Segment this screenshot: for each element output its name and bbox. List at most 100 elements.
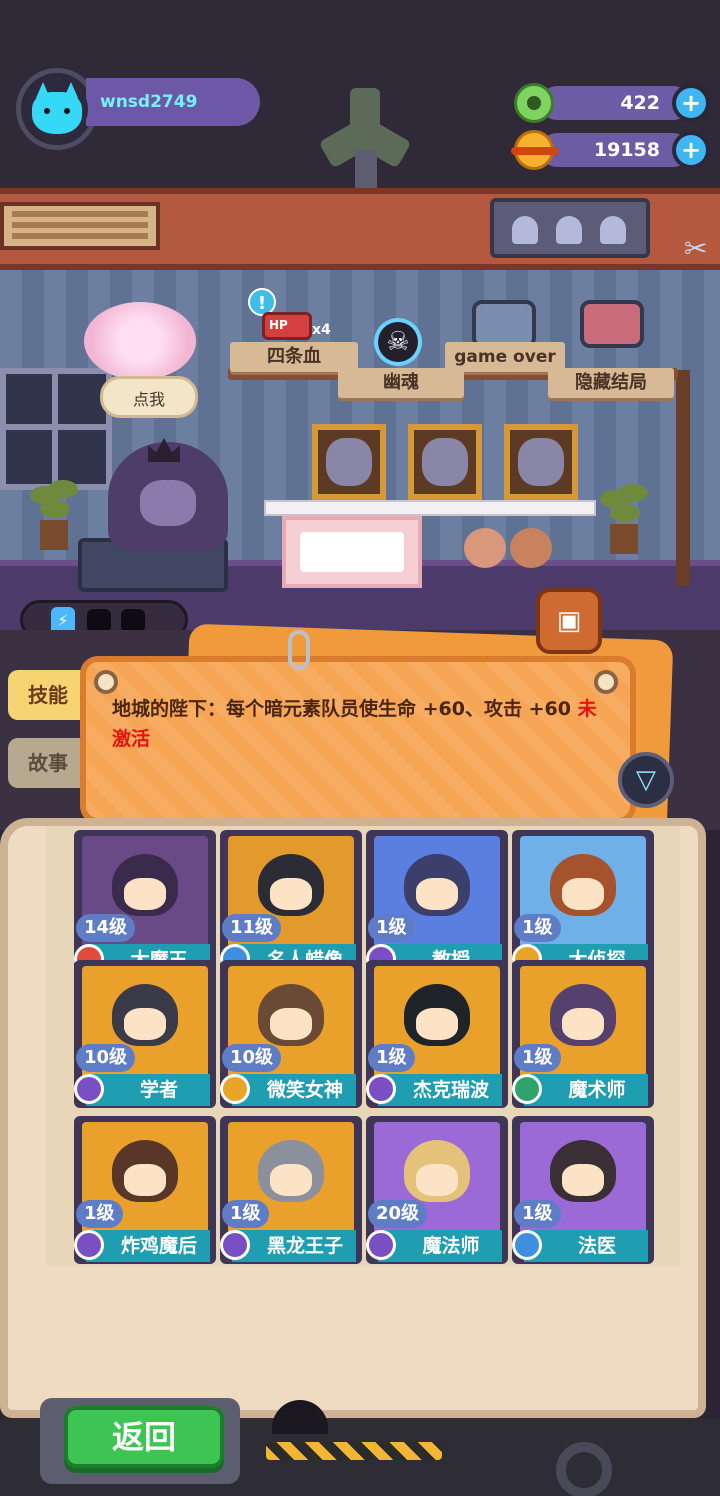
hero-level-badge: 1级 [514, 914, 561, 942]
coin-counter: 19158 [540, 133, 690, 167]
tv-secret-icon [580, 300, 644, 348]
hero-name: 微笑女神 [232, 1074, 356, 1106]
potted-plant [600, 484, 648, 554]
hero-level-badge: 14级 [76, 914, 136, 942]
hero-card[interactable]: 名人蜡像11级 [220, 830, 362, 978]
hero-level-badge: 1级 [368, 1044, 415, 1072]
gallery-screen-icon[interactable]: ▣ [536, 588, 602, 654]
hero-face [416, 1164, 458, 1196]
hero-name: 法医 [524, 1230, 648, 1262]
portrait-frame [312, 424, 386, 500]
pin-icon [94, 670, 118, 694]
shelf-tag-ghost[interactable]: 幽魂 [338, 368, 464, 398]
hero-face [562, 1008, 604, 1040]
hero-name: 炸鸡魔后 [86, 1230, 210, 1262]
hero-level-badge: 1级 [222, 1200, 269, 1228]
portrait-frame [408, 424, 482, 500]
hero-name: 杰克瑞波 [378, 1074, 502, 1106]
hero-rank-icon [366, 1230, 396, 1260]
hero-card[interactable]: 魔术师 1级 [512, 960, 654, 1108]
hero-rank-icon [220, 1230, 250, 1260]
fan-stand [355, 150, 377, 190]
hero-face [270, 1008, 312, 1040]
hero-card[interactable]: 微笑女神 10级 [220, 960, 362, 1108]
hero-face [562, 1164, 604, 1196]
shelf-tag-game-over[interactable]: game over [445, 342, 565, 372]
hero-face [416, 878, 458, 910]
add-gems-button[interactable]: + [672, 84, 710, 122]
paper-clip-icon [288, 630, 310, 670]
hero-card[interactable]: 杰克瑞波 1级 [366, 960, 508, 1108]
hero-level-badge: 11级 [222, 914, 282, 942]
portrait-frame [504, 424, 578, 500]
shelf-tag-hidden-ending[interactable]: 隐藏结局 [548, 368, 674, 398]
hero-rank-icon [74, 1074, 104, 1104]
hero-rank-icon [512, 1230, 542, 1260]
filter-icon: ▽ [636, 765, 656, 795]
hero-level-badge: 1级 [514, 1044, 561, 1072]
hero-card[interactable]: 学者 10级 [74, 960, 216, 1108]
scissor-icon[interactable]: ✂ [684, 232, 720, 272]
skull-icon: ☠ [378, 322, 418, 362]
hero-name: 学者 [86, 1074, 210, 1106]
add-coins-button[interactable]: + [672, 131, 710, 169]
hero-face [270, 1164, 312, 1196]
hero-rank-icon [220, 1074, 250, 1104]
blurred-page-text [150, 1288, 650, 1314]
pink-lamp [84, 302, 196, 380]
username-label[interactable]: wnsd2749 [86, 78, 260, 126]
tap-me-bubble[interactable]: 点我 [100, 376, 198, 418]
hero-card[interactable]: 法医 1级 [512, 1116, 654, 1264]
gear-icon [556, 1442, 612, 1496]
ghost-icon [556, 216, 582, 244]
cat-face-icon [32, 92, 82, 134]
ghost-display-panel [490, 198, 650, 258]
hero-rank-icon [74, 1230, 104, 1260]
filter-button[interactable]: ▽ [618, 752, 674, 808]
hero-card[interactable]: 黑龙王子 1级 [220, 1116, 362, 1264]
hero-face [562, 878, 604, 910]
hero-rank-icon [512, 1074, 542, 1104]
hero-card[interactable]: 魔法师 20级 [366, 1116, 508, 1264]
hero-name: 魔法师 [378, 1230, 502, 1262]
hero-name: 魔术师 [524, 1074, 648, 1106]
potted-plant [30, 480, 78, 550]
planet-coin-icon [511, 130, 559, 170]
hero-level-badge: 10级 [76, 1044, 136, 1072]
hero-face [124, 1008, 166, 1040]
hero-card[interactable]: 炸鸡魔后 1级 [74, 1116, 216, 1264]
ghost-icon [600, 216, 626, 244]
back-button[interactable]: 返回 [64, 1406, 224, 1468]
hp-battery-icon: HP [262, 312, 312, 340]
hero-level-badge: 1级 [76, 1200, 123, 1228]
pin-icon [594, 670, 618, 694]
plus-icon: + [676, 135, 706, 165]
hero-rank-icon [366, 1074, 396, 1104]
plus-icon: + [676, 88, 706, 118]
table-drawer [282, 516, 422, 588]
character-face [140, 480, 196, 526]
hero-level-badge: 1级 [514, 1200, 561, 1228]
hero-face [270, 878, 312, 910]
hero-name: 黑龙王子 [232, 1230, 356, 1262]
ghost-icon [512, 216, 538, 244]
gem-icon [514, 83, 554, 123]
tv-gravestone-icon [472, 300, 536, 348]
skill-description: 地城的陛下：每个暗元素队员使生命 +60、攻击 +60 未激活 [112, 694, 608, 754]
hero-face [124, 878, 166, 910]
room-window [0, 368, 112, 490]
hp-multiplier: x4 [312, 322, 331, 338]
hero-level-badge: 1级 [368, 914, 415, 942]
hazard-stripe [266, 1442, 442, 1460]
hero-card[interactable]: 大魔王14级 [74, 830, 216, 978]
vent-panel [0, 202, 160, 250]
hero-level-badge: 20级 [368, 1200, 428, 1228]
coat-rack [676, 370, 690, 586]
hero-card[interactable]: 大侦探1级 [512, 830, 654, 978]
hero-level-badge: 10级 [222, 1044, 282, 1072]
hero-face [124, 1164, 166, 1196]
display-table [264, 500, 596, 516]
hero-card[interactable]: 教授1级 [366, 830, 508, 978]
hero-face [416, 1008, 458, 1040]
plush-toys [464, 528, 564, 584]
